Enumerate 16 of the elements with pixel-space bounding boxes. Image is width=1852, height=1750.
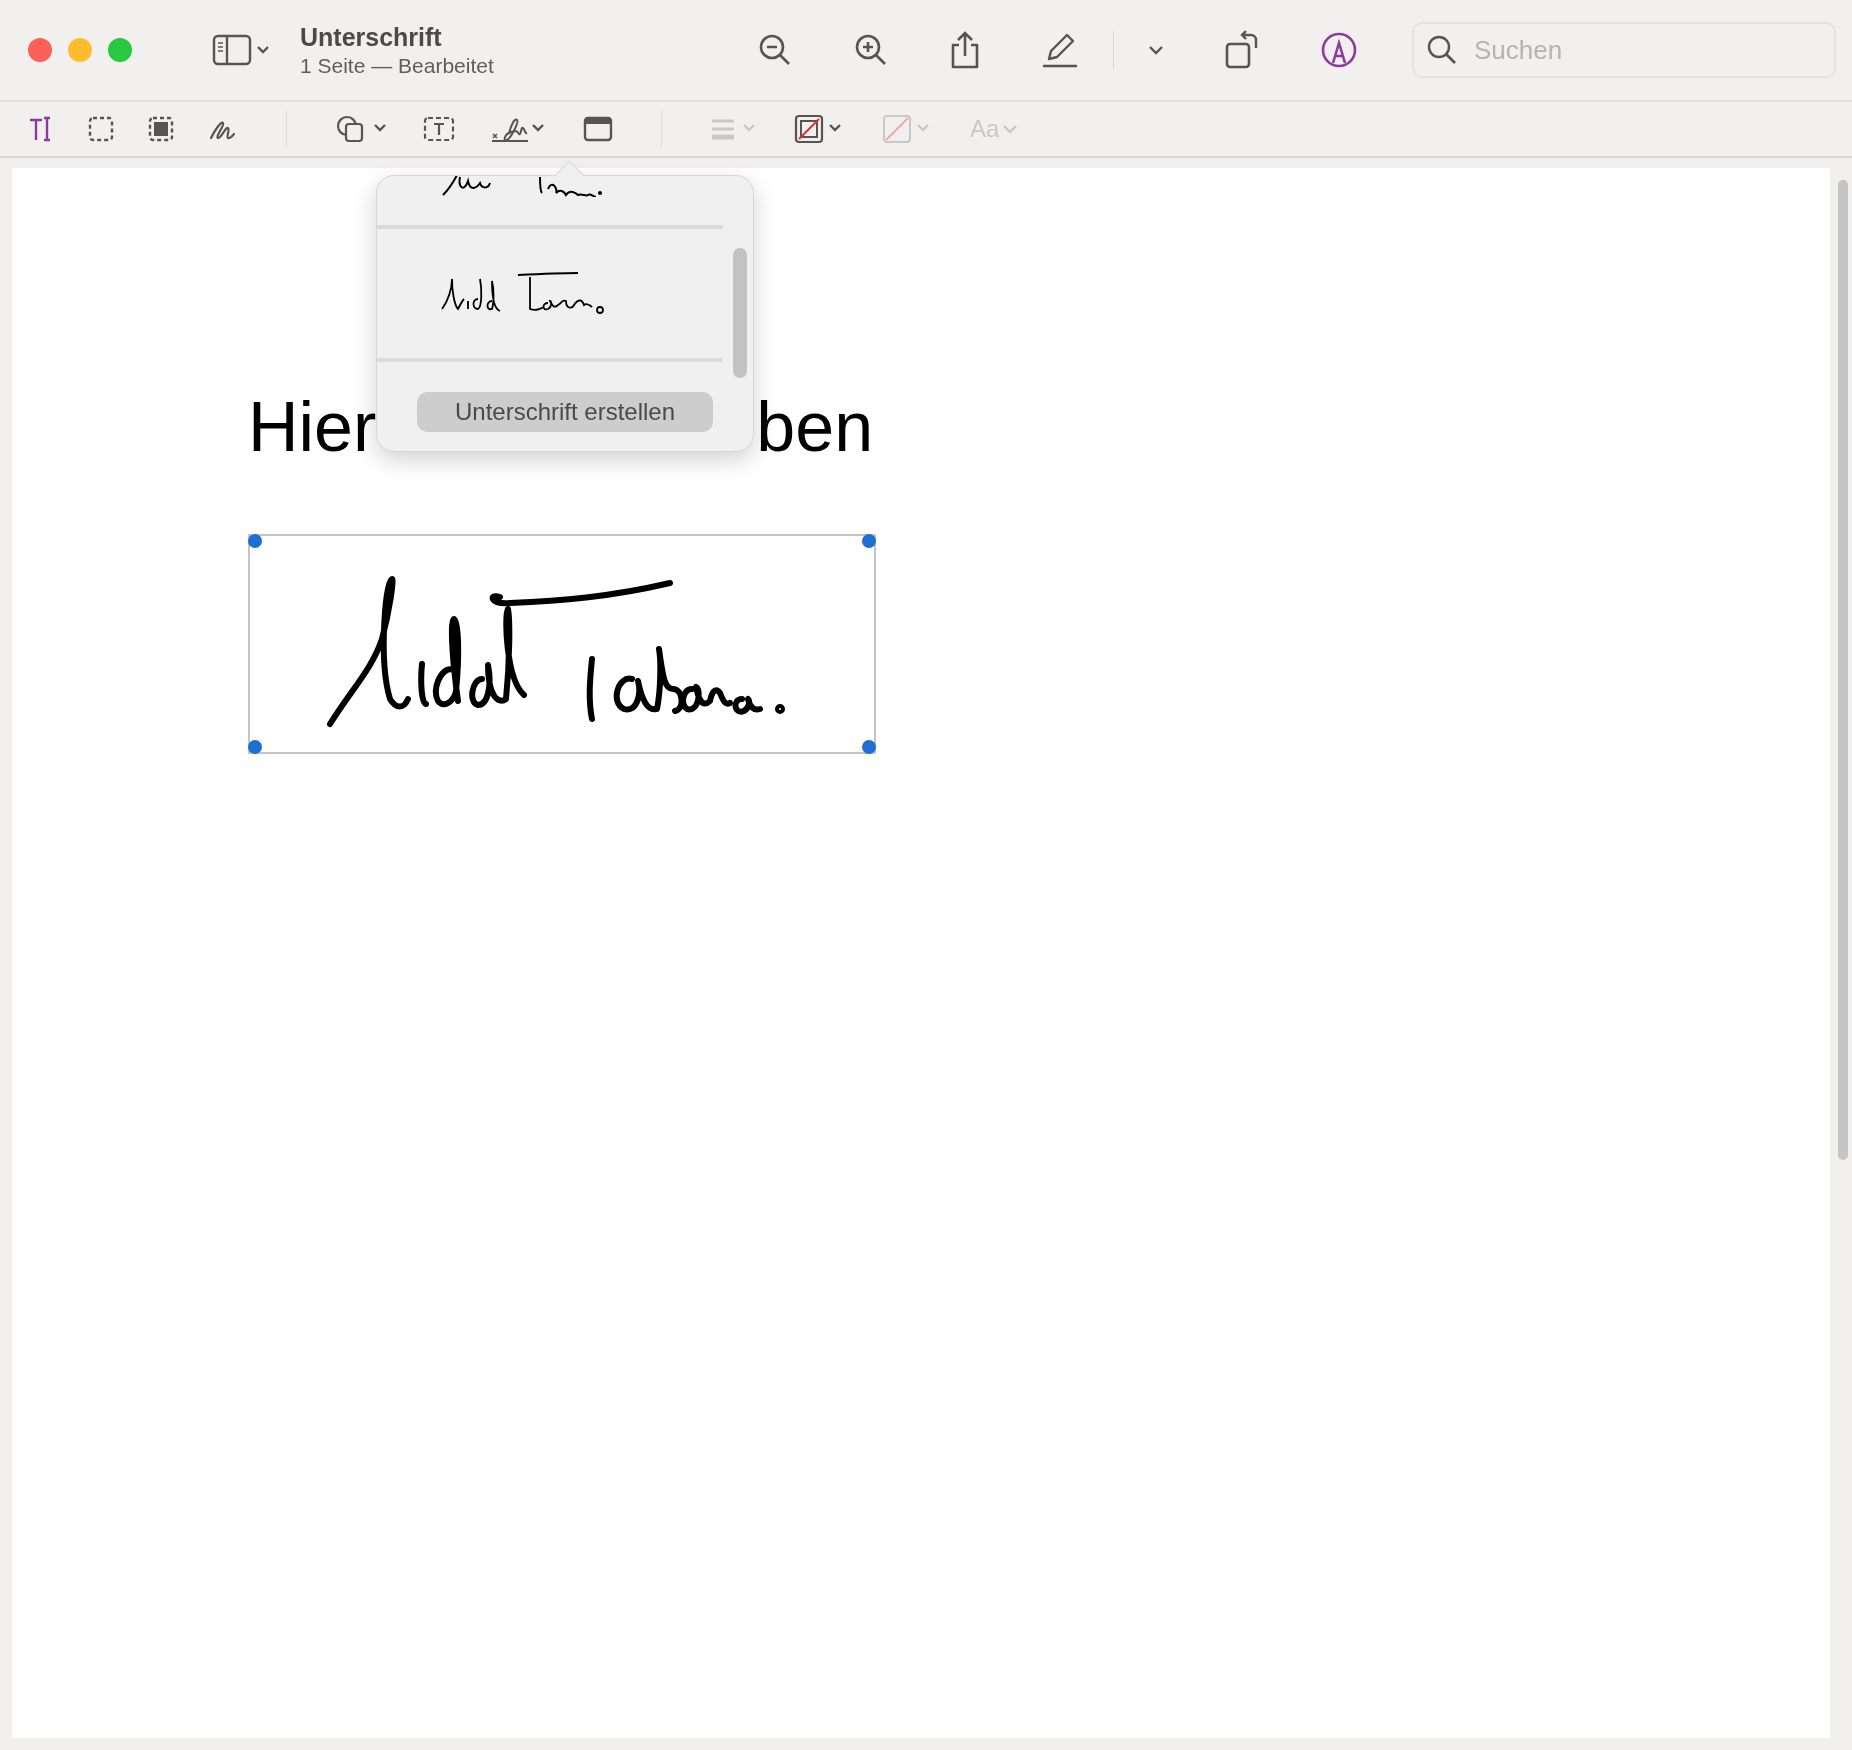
search-field[interactable]: Suchen bbox=[1412, 22, 1836, 78]
close-window-button[interactable] bbox=[28, 38, 52, 62]
heading-text: ben bbox=[756, 392, 874, 462]
caret-icon bbox=[1001, 122, 1020, 136]
resize-handle[interactable] bbox=[248, 534, 262, 548]
scrollbar[interactable] bbox=[733, 248, 747, 378]
heading-text: Hier bbox=[248, 392, 377, 462]
resize-handle[interactable] bbox=[862, 740, 876, 754]
resize-handle[interactable] bbox=[862, 534, 876, 548]
create-signature-button[interactable]: Unterschrift erstellen bbox=[417, 392, 713, 432]
scrollbar[interactable] bbox=[1838, 180, 1848, 1160]
window-title: Unterschrift bbox=[300, 22, 443, 52]
signature-annotation[interactable] bbox=[248, 534, 876, 754]
search-icon bbox=[1426, 34, 1458, 66]
window-subtitle: 1 Seite — Bearbeitet bbox=[300, 53, 494, 78]
resize-handle[interactable] bbox=[248, 740, 262, 754]
